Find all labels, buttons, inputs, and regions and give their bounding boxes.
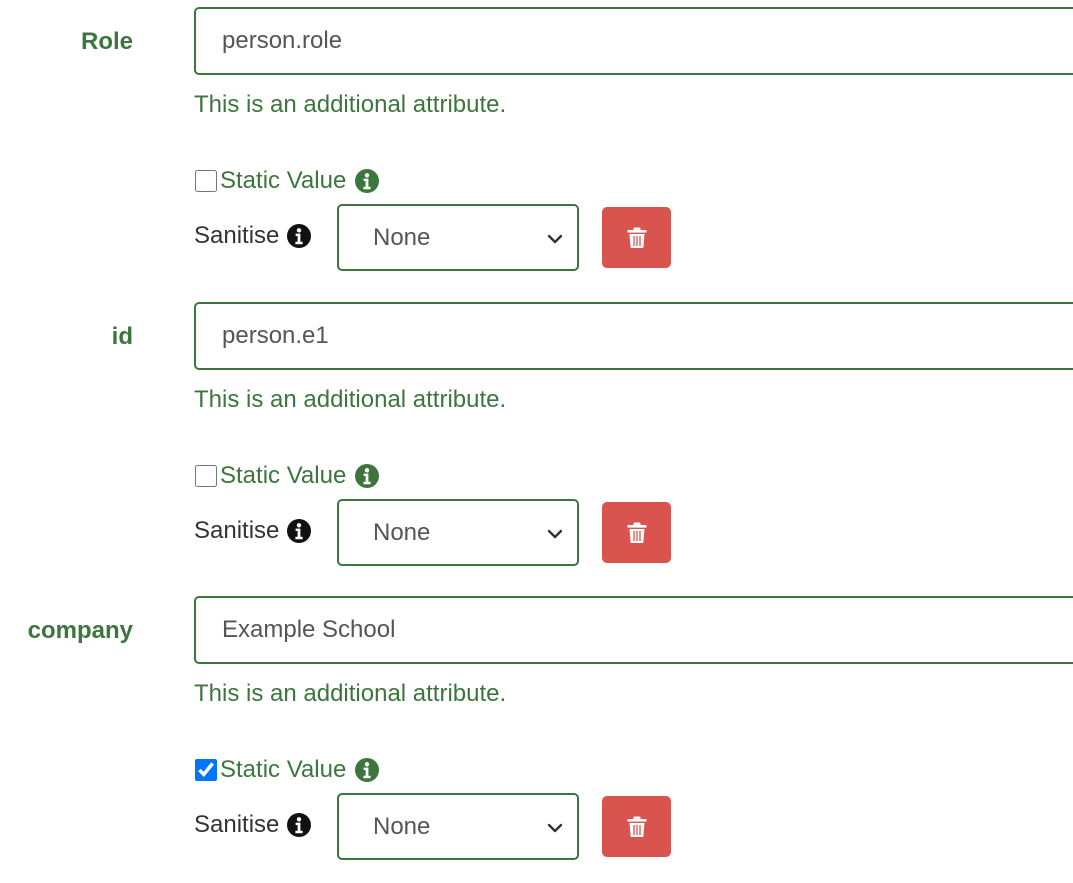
- help-text: This is an additional attribute.: [194, 680, 507, 707]
- static-value-checkbox[interactable]: [195, 759, 217, 781]
- attribute-label: Role: [80, 28, 133, 55]
- trash-icon: [627, 816, 646, 837]
- static-value-label: Static Value: [220, 167, 347, 194]
- info-circle-icon[interactable]: [286, 223, 312, 249]
- sanitise-selected-value: None: [373, 519, 431, 546]
- attribute-label: id: [111, 323, 133, 350]
- static-value-row: Static Value: [194, 755, 380, 785]
- attribute-label: company: [27, 617, 133, 644]
- chevron-down-icon: [547, 823, 563, 833]
- sanitise-label: Sanitise: [194, 222, 280, 249]
- sanitise-label: Sanitise: [194, 517, 280, 544]
- static-value-row: Static Value: [194, 461, 380, 491]
- help-text: This is an additional attribute.: [194, 386, 507, 413]
- info-circle-icon[interactable]: [354, 463, 380, 489]
- static-value-checkbox[interactable]: [195, 465, 217, 487]
- attribute-row-id: id This is an additional attribute. Stat…: [0, 295, 1073, 589]
- sanitise-select[interactable]: None: [337, 793, 579, 860]
- info-circle-icon[interactable]: [286, 812, 312, 838]
- help-text: This is an additional attribute.: [194, 91, 507, 118]
- attribute-value-input[interactable]: [194, 7, 1073, 75]
- sanitise-label: Sanitise: [194, 811, 280, 838]
- sanitise-label-group: Sanitise: [194, 808, 312, 842]
- attribute-value-input[interactable]: [194, 302, 1073, 370]
- sanitise-select[interactable]: None: [337, 204, 579, 271]
- trash-icon: [627, 522, 646, 543]
- delete-attribute-button[interactable]: [602, 502, 671, 563]
- attribute-value-input[interactable]: [194, 596, 1073, 664]
- static-value-checkbox[interactable]: [195, 170, 217, 192]
- info-circle-icon[interactable]: [354, 168, 380, 194]
- sanitise-select[interactable]: None: [337, 499, 579, 566]
- trash-icon: [627, 227, 646, 248]
- delete-attribute-button[interactable]: [602, 796, 671, 857]
- info-circle-icon[interactable]: [286, 518, 312, 544]
- sanitise-label-group: Sanitise: [194, 219, 312, 253]
- sanitise-selected-value: None: [373, 224, 431, 251]
- static-value-label: Static Value: [220, 462, 347, 489]
- info-circle-icon[interactable]: [354, 757, 380, 783]
- delete-attribute-button[interactable]: [602, 207, 671, 268]
- chevron-down-icon: [547, 234, 563, 244]
- chevron-down-icon: [547, 529, 563, 539]
- static-value-label: Static Value: [220, 756, 347, 783]
- attribute-row-role: Role This is an additional attribute. St…: [0, 0, 1073, 294]
- sanitise-selected-value: None: [373, 813, 431, 840]
- sanitise-label-group: Sanitise: [194, 514, 312, 548]
- static-value-row: Static Value: [194, 166, 380, 196]
- attribute-row-company: company This is an additional attribute.…: [0, 589, 1073, 883]
